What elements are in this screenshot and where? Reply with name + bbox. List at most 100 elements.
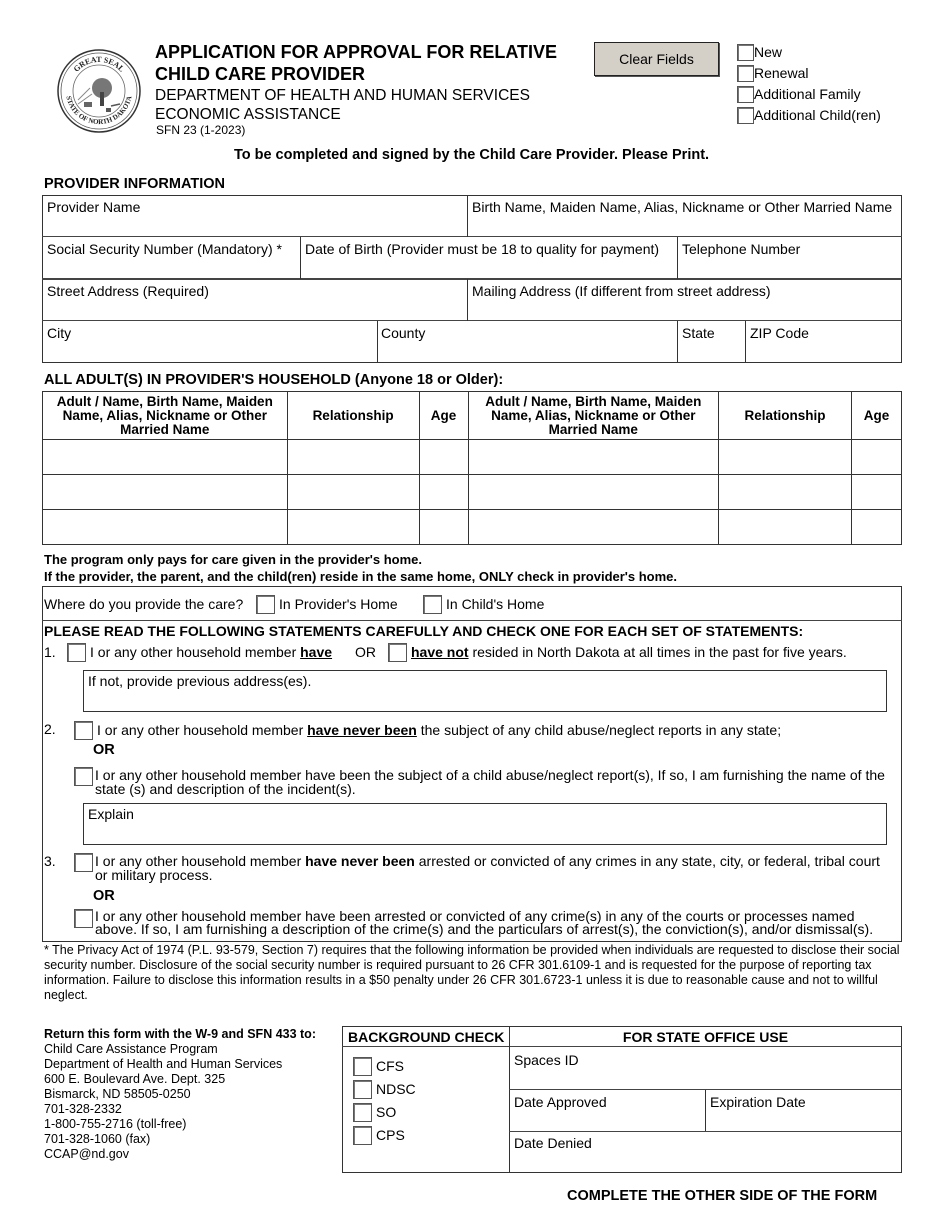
other-names-label: Birth Name, Maiden Name, Alias, Nickname… <box>472 199 893 215</box>
renewal-checkbox[interactable] <box>737 64 754 82</box>
return-line: 701-328-1060 (fax) <box>44 1132 151 1146</box>
phone-field[interactable] <box>678 258 901 278</box>
return-email[interactable]: CCAP@nd.gov <box>44 1147 316 1162</box>
care-location-question: Where do you provide the care? <box>44 596 244 612</box>
statement-1-have-checkbox[interactable] <box>67 643 86 662</box>
date-approved-field[interactable] <box>510 1110 704 1130</box>
adult-name-cell[interactable] <box>42 509 288 545</box>
street-address-field[interactable] <box>43 300 466 320</box>
statement-3-emph: have never been <box>305 853 415 869</box>
providers-home-label: In Provider's Home <box>279 596 398 612</box>
ndsc-checkbox[interactable] <box>353 1080 372 1099</box>
age-cell[interactable] <box>851 439 902 475</box>
mailing-address-label: Mailing Address (If different from stree… <box>472 283 771 299</box>
additional-children-checkbox[interactable] <box>737 106 754 124</box>
application-type-additional-children[interactable]: Additional Child(ren) <box>737 106 881 124</box>
explain-label: Explain <box>88 806 134 822</box>
date-denied-field[interactable] <box>510 1151 901 1171</box>
statement-3-never-checkbox[interactable] <box>74 853 93 872</box>
adults-table: Adult / Name, Birth Name, Maiden Name, A… <box>42 391 902 545</box>
relationship-cell[interactable] <box>286 474 420 510</box>
ssn-field[interactable] <box>43 258 299 278</box>
dob-field[interactable] <box>301 258 676 278</box>
form-instruction: To be completed and signed by the Child … <box>233 147 710 163</box>
new-checkbox[interactable] <box>737 43 754 61</box>
statement-1-have-not-rest: resided in North Dakota at all times in … <box>468 644 847 660</box>
state-field[interactable] <box>678 342 744 362</box>
care-note-line1: The program only pays for care given in … <box>44 552 423 567</box>
county-field[interactable] <box>378 342 676 362</box>
spaces-id-label: Spaces ID <box>514 1052 579 1068</box>
relationship-cell[interactable] <box>718 439 853 475</box>
zip-field[interactable] <box>746 342 901 362</box>
application-type-new[interactable]: New <box>737 43 782 61</box>
zip-label: ZIP Code <box>750 325 809 341</box>
additional-children-label: Additional Child(ren) <box>754 107 881 123</box>
previous-address-label: If not, provide previous address(es). <box>88 673 312 689</box>
relationship-cell[interactable] <box>286 509 420 545</box>
application-type-renewal[interactable]: Renewal <box>737 64 808 82</box>
childs-home-checkbox[interactable] <box>423 595 442 614</box>
background-check-heading: BACKGROUND CHECK <box>348 1029 505 1045</box>
phone-label: Telephone Number <box>682 241 801 257</box>
provider-name-field[interactable] <box>43 216 466 236</box>
cfs-checkbox[interactable] <box>353 1057 372 1076</box>
age-cell[interactable] <box>418 439 469 475</box>
statement-2-never-checkbox[interactable] <box>74 721 93 740</box>
age-cell[interactable] <box>418 474 469 510</box>
cps-checkbox[interactable] <box>353 1126 372 1145</box>
statement-3-have-been-checkbox[interactable] <box>74 909 93 928</box>
statement-2-or: OR <box>93 742 115 758</box>
adult-name-cell[interactable] <box>42 474 288 510</box>
adult-name-cell[interactable] <box>467 509 720 545</box>
statement-1-have-not-checkbox[interactable] <box>388 643 407 662</box>
explain-field[interactable] <box>83 803 887 845</box>
relationship-cell[interactable] <box>286 439 420 475</box>
complete-other-side-notice: COMPLETE THE OTHER SIDE OF THE FORM <box>567 1188 878 1204</box>
mailing-address-field[interactable] <box>468 300 901 320</box>
statement-3-never-text: I or any other household member have nev… <box>95 854 895 882</box>
adult-name-cell[interactable] <box>467 474 720 510</box>
form-number: SFN 23 (1-2023) <box>156 123 246 137</box>
relationship-cell[interactable] <box>718 509 853 545</box>
privacy-act-notice: * The Privacy Act of 1974 (P.L. 93-579, … <box>44 943 900 1002</box>
clear-fields-button[interactable]: Clear Fields <box>594 42 719 76</box>
application-type-additional-family[interactable]: Additional Family <box>737 85 861 103</box>
date-approved-label: Date Approved <box>514 1094 607 1110</box>
adult-name-cell[interactable] <box>467 439 720 475</box>
age-cell[interactable] <box>851 474 902 510</box>
relationship-cell[interactable] <box>718 474 853 510</box>
expiration-date-field[interactable] <box>706 1110 901 1130</box>
county-label: County <box>381 325 426 341</box>
new-label: New <box>754 44 783 60</box>
city-field[interactable] <box>43 342 376 362</box>
age-cell[interactable] <box>418 509 469 545</box>
dob-label: Date of Birth (Provider must be 18 to qu… <box>305 241 660 257</box>
so-checkbox[interactable] <box>353 1103 372 1122</box>
division-name: ECONOMIC ASSISTANCE <box>155 106 341 123</box>
statement-2-have-been-checkbox[interactable] <box>74 767 93 786</box>
statement-1-or: OR <box>355 644 376 660</box>
expiration-date-label: Expiration Date <box>710 1094 806 1110</box>
providers-home-checkbox[interactable] <box>256 595 275 614</box>
adult-name-cell[interactable] <box>42 439 288 475</box>
north-dakota-seal-logo: GREAT SEAL STATE OF NORTH DAKOTA <box>56 48 142 134</box>
table-row <box>42 439 902 475</box>
statement-1-have-emph: have <box>300 644 333 660</box>
childs-home-label: In Child's Home <box>446 596 545 612</box>
statement-2-post: the subject of any child abuse/neglect r… <box>416 722 782 738</box>
statement-1-text: I or any other household member <box>90 644 301 660</box>
additional-family-checkbox[interactable] <box>737 85 754 103</box>
age-cell[interactable] <box>851 509 902 545</box>
return-info: Return this form with the W-9 and SFN 43… <box>44 1027 316 1162</box>
spaces-id-field[interactable] <box>510 1068 901 1088</box>
city-label: City <box>47 325 72 341</box>
adults-table-header: Adult / Name, Birth Name, Maiden Name, A… <box>42 391 902 440</box>
ndsc-label: NDSC <box>376 1081 416 1097</box>
care-note-line2: If the provider, the parent, and the chi… <box>44 569 678 584</box>
statement-3-number: 3. <box>44 853 56 869</box>
other-names-field[interactable] <box>468 216 901 236</box>
provider-name-label: Provider Name <box>47 199 141 215</box>
state-label: State <box>682 325 715 341</box>
col-adult-name-2: Adult / Name, Birth Name, Maiden Name, A… <box>467 391 720 440</box>
